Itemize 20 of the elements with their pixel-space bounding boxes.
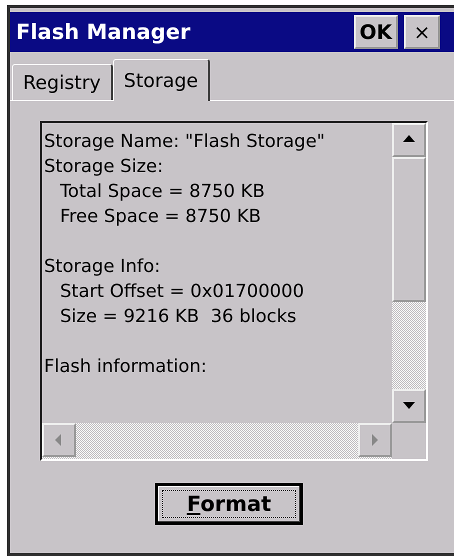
info-line: Free Space = 8750 KB: [59, 205, 262, 229]
info-line: Storage Name: "Flash Storage": [44, 130, 326, 154]
ok-button[interactable]: OK: [354, 15, 398, 49]
window-title: Flash Manager: [16, 20, 192, 44]
info-line: Storage Info:: [44, 255, 162, 279]
scroll-up-button[interactable]: [392, 123, 426, 157]
scroll-left-button[interactable]: [42, 423, 76, 457]
info-line: Start Offset = 0x01700000: [59, 280, 306, 304]
tab[interactable]: Registry: [12, 64, 113, 100]
format-button[interactable]: Format: [155, 483, 303, 525]
vertical-scrollbar[interactable]: [392, 123, 426, 423]
info-line: Size = 9216 KB 36 blocks: [59, 305, 298, 329]
info-line: Total Space = 8750 KB: [59, 180, 266, 204]
close-button[interactable]: ×: [404, 15, 440, 49]
info-line: Storage Size:: [44, 155, 164, 179]
scroll-thumb[interactable]: [392, 157, 426, 302]
tab[interactable]: Storage: [112, 59, 210, 101]
info-line: Flash information:: [44, 355, 208, 379]
scroll-down-button[interactable]: [392, 389, 426, 423]
horizontal-scrollbar[interactable]: [42, 423, 392, 459]
